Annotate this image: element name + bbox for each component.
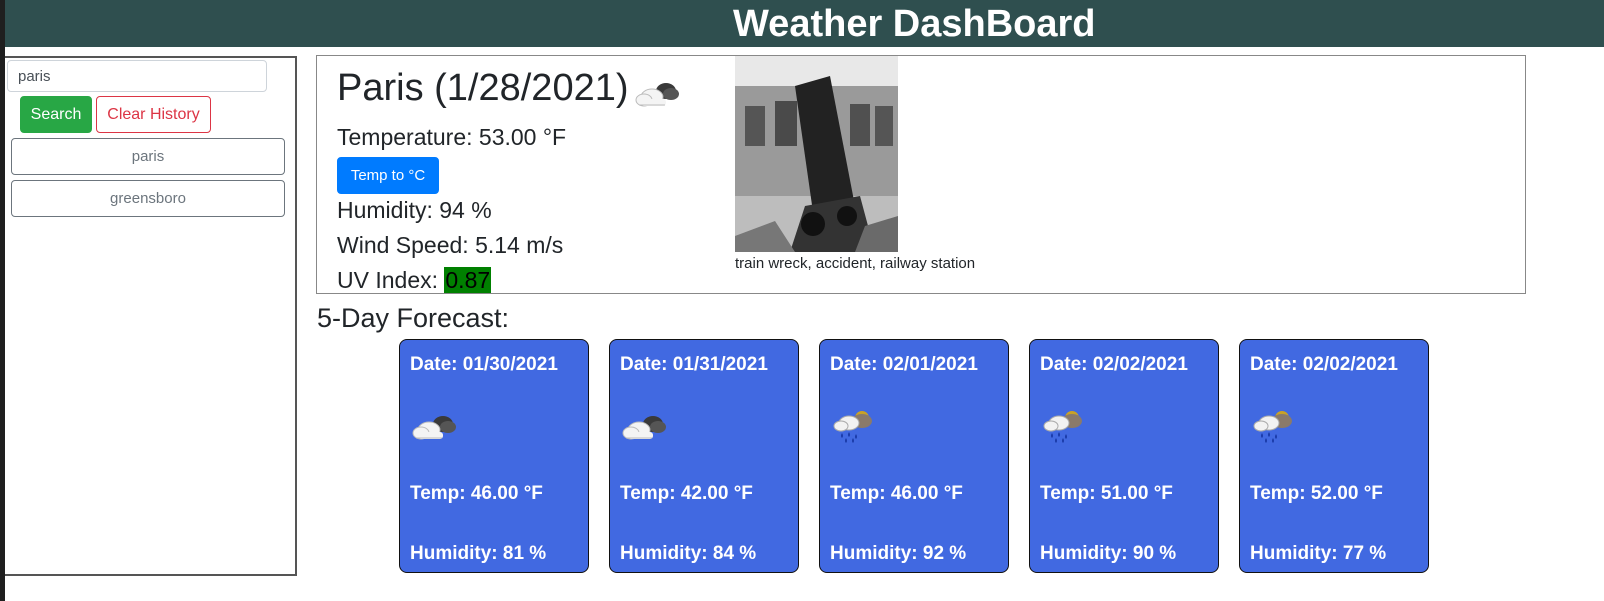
- forecast-card: Date: 02/02/2021 Temp: 52.00 °F Humidity…: [1239, 339, 1429, 573]
- city-date-title: Paris (1/28/2021): [337, 67, 629, 109]
- forecast-title: 5-Day Forecast:: [317, 303, 510, 333]
- forecast-temp: Temp: 52.00 °F: [1250, 483, 1383, 504]
- forecast-date: Date: 02/02/2021: [1250, 354, 1398, 375]
- page-title: Weather DashBoard: [733, 3, 1096, 45]
- forecast-humidity: Humidity: 84 %: [620, 543, 757, 564]
- forecast-card: Date: 01/30/2021 Temp: 46.00 °F Humidity…: [399, 339, 589, 573]
- clear-history-button[interactable]: Clear History: [96, 96, 211, 133]
- forecast-card: Date: 02/02/2021 Temp: 51.00 °F Humidity…: [1029, 339, 1219, 573]
- forecast-temp: Temp: 46.00 °F: [410, 483, 543, 504]
- cloudy-icon: [412, 408, 458, 444]
- photo-caption: train wreck, accident, railway station: [735, 255, 976, 272]
- humidity-text: Humidity: 94 %: [337, 197, 492, 223]
- search-button[interactable]: Search: [20, 96, 92, 133]
- cloudy-icon: [635, 78, 681, 108]
- history-item-greensboro[interactable]: greensboro: [11, 180, 285, 217]
- forecast-temp: Temp: 51.00 °F: [1040, 483, 1173, 504]
- rain-icon: [1252, 408, 1298, 444]
- uv-index-row: UV Index: 0.87: [337, 265, 492, 295]
- city-search-input[interactable]: [7, 60, 267, 92]
- forecast-temp: Temp: 42.00 °F: [620, 483, 753, 504]
- wind-speed-text: Wind Speed: 5.14 m/s: [337, 232, 564, 258]
- forecast-date: Date: 01/31/2021: [620, 354, 768, 375]
- temperature-text: Temperature: 53.00 °F: [337, 124, 567, 150]
- forecast-temp: Temp: 46.00 °F: [830, 483, 963, 504]
- forecast-humidity: Humidity: 81 %: [410, 543, 547, 564]
- uv-index-value: 0.87: [444, 267, 492, 293]
- forecast-date: Date: 01/30/2021: [410, 354, 558, 375]
- rain-icon: [1042, 408, 1088, 444]
- forecast-humidity: Humidity: 92 %: [830, 543, 967, 564]
- forecast-date: Date: 02/02/2021: [1040, 354, 1188, 375]
- city-photo: [735, 56, 898, 252]
- uv-index-label: UV Index:: [337, 267, 445, 293]
- forecast-card: Date: 01/31/2021 Temp: 42.00 °F Humidity…: [609, 339, 799, 573]
- current-weather-card: Paris (1/28/2021) Temperature: 53.00 °F …: [316, 55, 1526, 294]
- forecast-card: Date: 02/01/2021 Temp: 46.00 °F Humidity…: [819, 339, 1009, 573]
- forecast-humidity: Humidity: 77 %: [1250, 543, 1387, 564]
- forecast-humidity: Humidity: 90 %: [1040, 543, 1177, 564]
- temp-toggle-button[interactable]: Temp to °C: [337, 157, 439, 194]
- forecast-date: Date: 02/01/2021: [830, 354, 978, 375]
- sidebar: Search Clear History paris greensboro: [5, 56, 297, 576]
- cloudy-icon: [622, 408, 668, 444]
- page-header: Weather DashBoard: [5, 0, 1604, 47]
- history-item-paris[interactable]: paris: [11, 138, 285, 175]
- rain-icon: [832, 408, 878, 444]
